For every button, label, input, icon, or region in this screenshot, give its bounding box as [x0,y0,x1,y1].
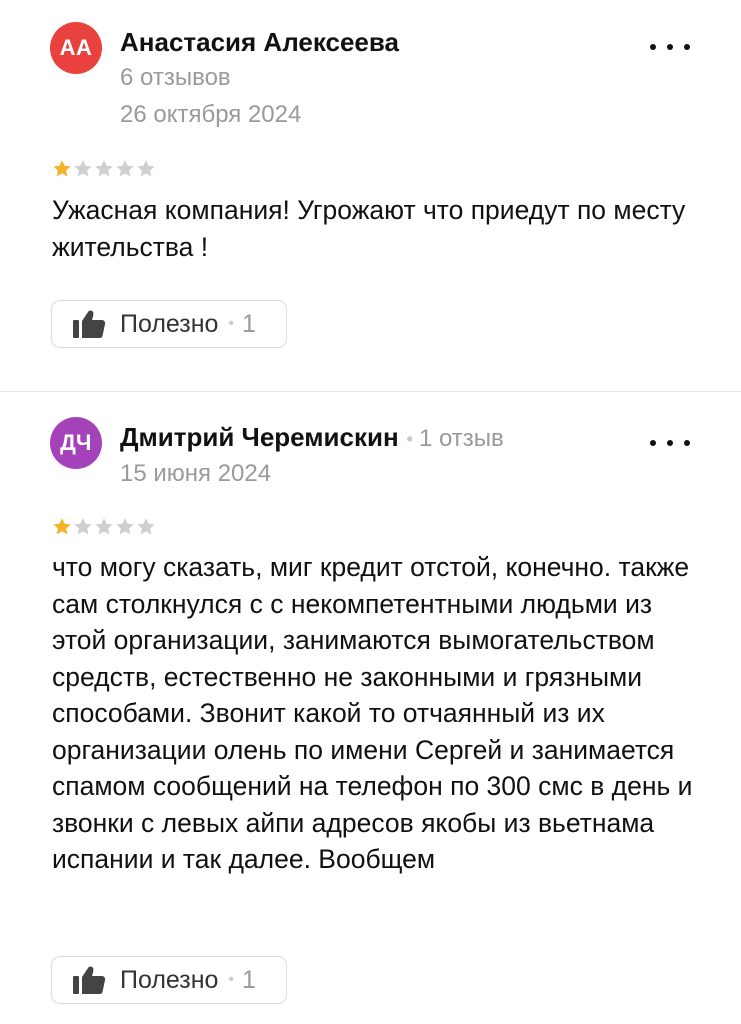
thumbs-up-icon [73,966,106,994]
review-text: Ужасная компания! Угрожают что приедут п… [52,195,686,262]
author-name[interactable]: Дмитрий Черемискин • 1 отзыв [120,422,504,453]
separator-dot: • [228,971,235,988]
useful-label: Полезно [120,309,219,338]
more-dots-icon [650,44,656,50]
star-empty-icon [137,160,155,177]
useful-label: Полезно [120,965,219,994]
author-name-text[interactable]: Дмитрий Черемискин [120,422,399,452]
star-empty-icon [74,518,92,535]
more-dots-icon [684,440,690,446]
review-date: 15 июня 2024 [120,460,272,487]
star-filled-icon [53,518,71,535]
useful-button[interactable]: Полезно • 1 [51,956,287,1004]
star-empty-icon [74,160,92,177]
useful-button[interactable]: Полезно • 1 [51,300,287,348]
star-empty-icon [95,160,113,177]
review-card: АА Анастасия Алексеева 6 отзывов 26 октя… [0,0,741,391]
star-empty-icon [116,518,134,535]
more-dots-icon [650,440,656,446]
useful-count: 1 [242,309,256,338]
more-dots-icon [667,44,673,50]
more-dots-icon [667,440,673,446]
separator-dot: • [228,315,235,332]
rating-stars [52,517,156,537]
review-card: ДЧ Дмитрий Черемискин • 1 отзыв 15 июня 20… [0,392,741,1024]
more-dots-icon [684,44,690,50]
star-empty-icon [137,518,155,535]
rating-stars [52,159,156,179]
useful-count: 1 [242,965,256,994]
review-count: 1 отзыв [418,425,504,452]
more-options-button[interactable] [650,432,690,454]
star-empty-icon [95,518,113,535]
review-count: 6 отзывов [120,64,231,91]
author-name[interactable]: Анастасия Алексеева [120,27,399,58]
review-date: 26 октября 2024 [120,101,302,128]
avatar[interactable]: АА [50,22,102,74]
star-filled-icon [53,160,71,177]
avatar[interactable]: ДЧ [50,417,102,469]
separator-dot: • [406,428,413,449]
star-empty-icon [116,160,134,177]
more-options-button[interactable] [650,36,690,58]
thumbs-up-icon [73,310,106,338]
review-text: что могу сказать, миг кредит отстой, кон… [52,552,693,874]
